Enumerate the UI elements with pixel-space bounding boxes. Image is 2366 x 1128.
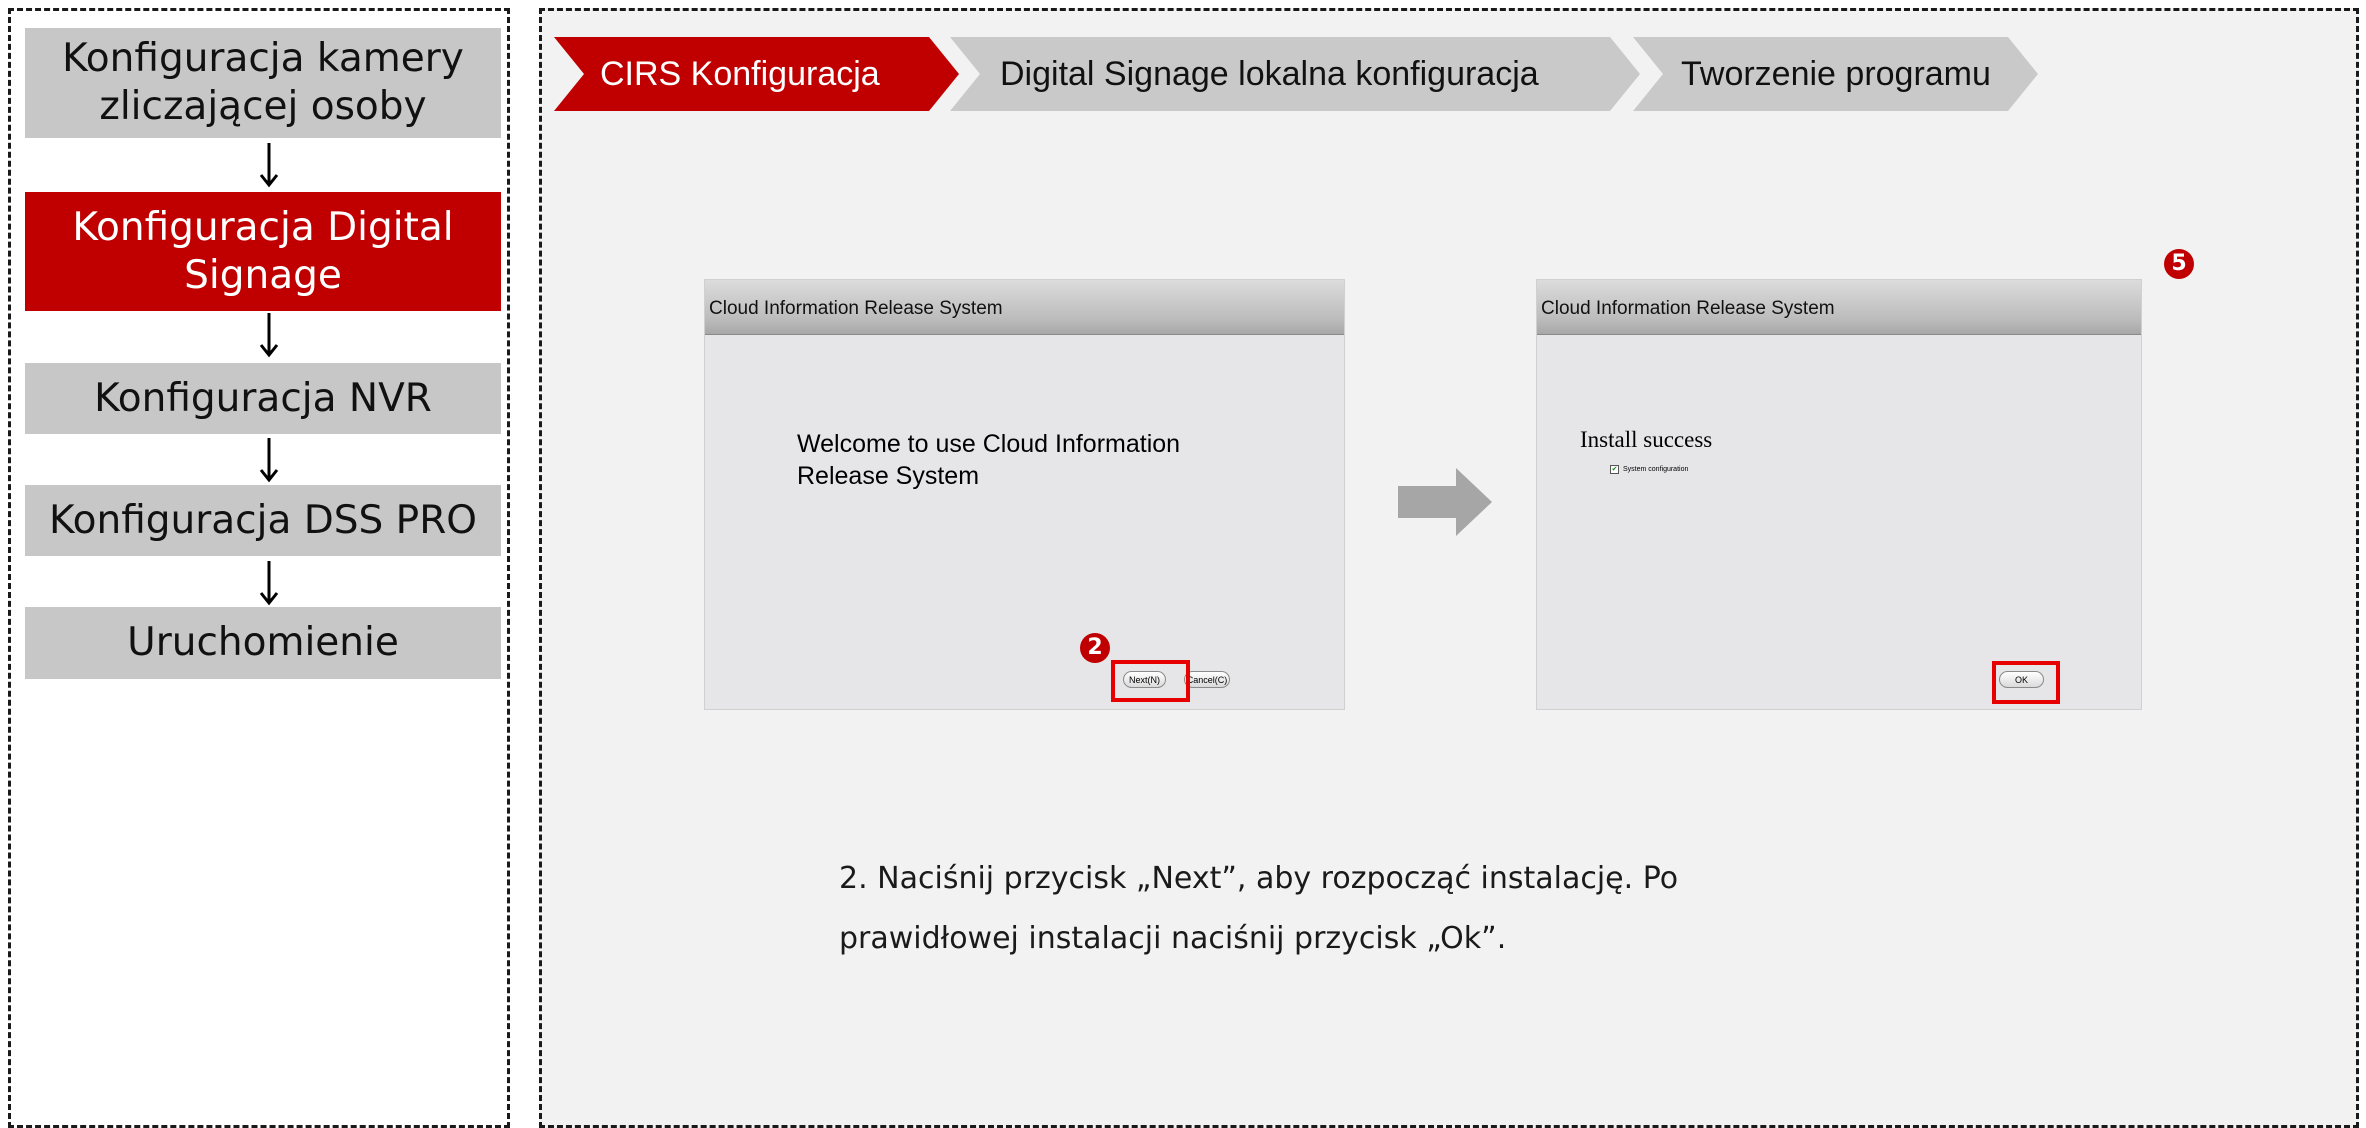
down-arrow-icon <box>259 313 279 358</box>
step-label: Konfiguracja Digital Signage <box>72 204 454 298</box>
welcome-message: Welcome to use Cloud Information Release… <box>797 430 1181 490</box>
breadcrumb-cirs[interactable]: CIRS Konfiguracja <box>554 37 964 111</box>
checkbox-checked-icon[interactable]: ✔ <box>1610 465 1619 474</box>
step-badge-next: 2 <box>1080 633 1110 663</box>
step-dss-pro[interactable]: Konfiguracja DSS PRO <box>25 485 501 556</box>
welcome-dialog: Cloud Information Release System Welcome… <box>705 280 1344 709</box>
system-config-checkbox-row[interactable]: ✔ System configuration <box>1610 465 1688 474</box>
step-people-counting-camera[interactable]: Konfiguracja kamery zliczającej osoby <box>25 28 501 138</box>
breadcrumb-program-creation[interactable]: Tworzenie programu <box>1633 37 2043 111</box>
step-badge-ok: 5 <box>2164 249 2194 279</box>
instruction-text: 2. Naciśnij przycisk „Next”, aby rozpocz… <box>839 861 1679 956</box>
step-label: Konfiguracja kamery zliczającej osoby <box>62 36 464 129</box>
step-digital-signage[interactable]: Konfiguracja Digital Signage <box>25 192 501 311</box>
dialog-titlebar: Cloud Information Release System <box>1537 280 2141 335</box>
install-success-message: Install success <box>1580 427 1713 452</box>
step-label: Konfiguracja NVR <box>94 375 432 421</box>
workflow-steps-panel: Konfiguracja kamery zliczającej osoby Ko… <box>8 8 510 1128</box>
content-panel: CIRS Konfiguracja Digital Signage lokaln… <box>539 8 2359 1128</box>
breadcrumb-label: Tworzenie programu <box>1681 55 1991 93</box>
checkbox-label: System configuration <box>1623 466 1689 473</box>
install-success-dialog: Cloud Information Release System Install… <box>1537 280 2141 709</box>
breadcrumb-label: CIRS Konfiguracja <box>600 55 880 93</box>
step-launch[interactable]: Uruchomienie <box>25 607 501 679</box>
next-button-highlight <box>1111 660 1190 702</box>
step-nvr[interactable]: Konfiguracja NVR <box>25 363 501 434</box>
down-arrow-icon <box>259 143 279 188</box>
right-arrow-icon <box>1398 468 1492 536</box>
down-arrow-icon <box>259 561 279 606</box>
down-arrow-icon <box>259 438 279 483</box>
breadcrumb-label: Digital Signage lokalna konfiguracja <box>1000 55 1539 93</box>
cancel-button[interactable]: Cancel(C) <box>1184 671 1230 688</box>
step-label: Konfiguracja DSS PRO <box>48 497 477 543</box>
step-label: Uruchomienie <box>127 620 399 665</box>
dialog-titlebar: Cloud Information Release System <box>705 280 1344 335</box>
ok-button-highlight <box>1992 661 2060 704</box>
breadcrumb-local-config[interactable]: Digital Signage lokalna konfiguracja <box>950 37 1645 111</box>
